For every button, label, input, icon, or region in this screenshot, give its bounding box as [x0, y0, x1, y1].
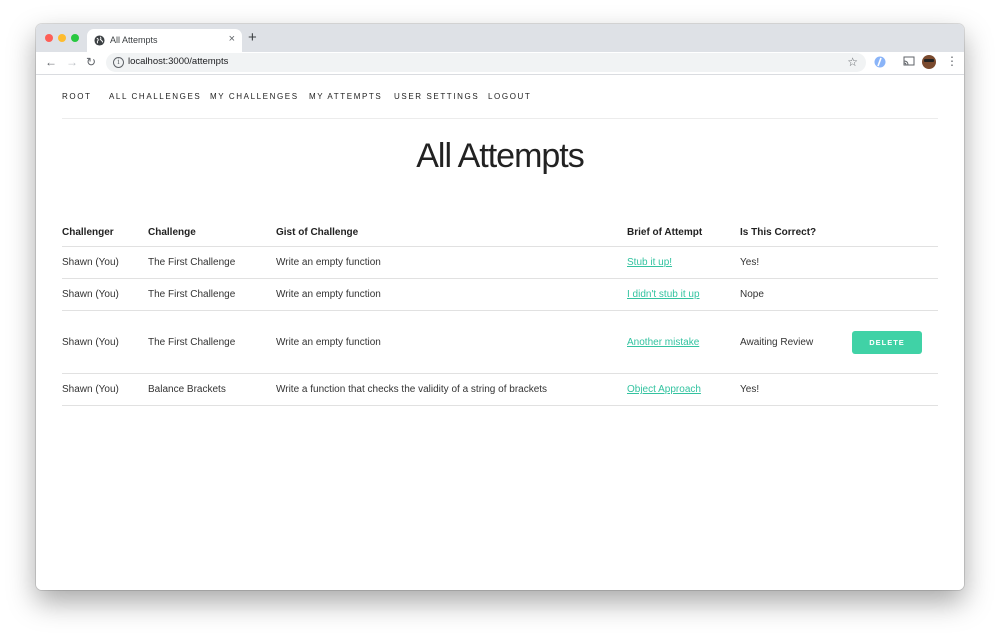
header-brief: Brief of Attempt: [627, 218, 740, 247]
table-row: Shawn (You) Balance Brackets Write a fun…: [62, 373, 938, 406]
info-icon[interactable]: i: [113, 57, 124, 68]
tab-close-icon[interactable]: ×: [229, 33, 235, 45]
page-content: ROOT ALL CHALLENGES MY CHALLENGES MY ATT…: [36, 75, 964, 590]
cell-challenge: Balance Brackets: [148, 373, 276, 406]
cell-brief: Object Approach: [627, 373, 740, 406]
nav-all-challenges[interactable]: ALL CHALLENGES: [109, 92, 201, 101]
tab-title: All Attempts: [110, 35, 158, 45]
cell-correct: Yes!: [740, 373, 862, 406]
cell-brief: I didn't stub it up: [627, 278, 740, 311]
nav-my-challenges[interactable]: MY CHALLENGES: [210, 92, 299, 101]
site-nav: ROOT ALL CHALLENGES MY CHALLENGES MY ATT…: [62, 75, 938, 119]
bookmark-star-icon[interactable]: ☆: [847, 55, 858, 69]
menu-kebab-icon[interactable]: ⋮: [946, 54, 958, 68]
forward-arrow-icon[interactable]: →: [66, 55, 78, 69]
nav-my-attempts[interactable]: MY ATTEMPTS: [309, 92, 382, 101]
cell-challenge: The First Challenge: [148, 246, 276, 279]
cell-correct: Awaiting Review: [740, 310, 862, 374]
header-correct: Is This Correct?: [740, 218, 862, 247]
header-actions: [862, 218, 938, 247]
cell-brief: Another mistake: [627, 310, 740, 374]
attempt-link[interactable]: Object Approach: [627, 384, 701, 395]
address-bar[interactable]: i localhost:3000/attempts ☆: [106, 53, 866, 72]
cell-challenge: The First Challenge: [148, 310, 276, 374]
reload-icon[interactable]: ↻: [86, 55, 96, 69]
cell-correct: Yes!: [740, 246, 862, 279]
nav-logout[interactable]: LOGOUT: [488, 92, 531, 101]
profile-avatar[interactable]: [922, 55, 936, 69]
nav-root[interactable]: ROOT: [62, 92, 92, 101]
cell-action: [862, 278, 938, 311]
minimize-window-button[interactable]: [58, 34, 66, 42]
browser-window: All Attempts × + ← → ↻ i localhost:3000/…: [36, 24, 964, 590]
close-window-button[interactable]: [45, 34, 53, 42]
browser-tab[interactable]: All Attempts ×: [87, 29, 242, 52]
globe-icon: [94, 35, 105, 46]
cell-gist: Write an empty function: [276, 246, 627, 279]
tab-bar: All Attempts × +: [36, 24, 964, 52]
cell-correct: Nope: [740, 278, 862, 311]
cell-gist: Write an empty function: [276, 278, 627, 311]
cell-gist: Write an empty function: [276, 310, 627, 374]
page-title: All Attempts: [416, 137, 585, 175]
cell-challenger: Shawn (You): [62, 310, 148, 374]
cell-challenger: Shawn (You): [62, 246, 148, 279]
maximize-window-button[interactable]: [71, 34, 79, 42]
header-gist: Gist of Challenge: [276, 218, 627, 247]
table-row: Shawn (You) The First Challenge Write an…: [62, 246, 938, 279]
table-row: Shawn (You) The First Challenge Write an…: [62, 310, 938, 374]
cell-challenger: Shawn (You): [62, 278, 148, 311]
cell-challenge: The First Challenge: [148, 278, 276, 311]
attempt-link[interactable]: I didn't stub it up: [627, 289, 700, 300]
cell-gist: Write a function that checks the validit…: [276, 373, 627, 406]
attempt-link[interactable]: Another mistake: [627, 337, 699, 348]
new-tab-button[interactable]: +: [248, 29, 257, 47]
table-row: Shawn (You) The First Challenge Write an…: [62, 278, 938, 311]
nav-user-settings[interactable]: USER SETTINGS: [394, 92, 479, 101]
cell-challenger: Shawn (You): [62, 373, 148, 406]
cell-action: [862, 373, 938, 406]
table-header-row: Challenger Challenge Gist of Challenge B…: [62, 218, 938, 247]
attempt-link[interactable]: Stub it up!: [627, 257, 672, 268]
url-text[interactable]: localhost:3000/attempts: [128, 56, 228, 67]
cell-action: [862, 246, 938, 279]
cell-action: DELETE: [852, 310, 938, 374]
back-arrow-icon[interactable]: ←: [45, 55, 57, 69]
header-challenge: Challenge: [148, 218, 276, 247]
cell-brief: Stub it up!: [627, 246, 740, 279]
attempts-table: Challenger Challenge Gist of Challenge B…: [62, 218, 938, 406]
extension-icon[interactable]: [874, 56, 886, 68]
delete-button[interactable]: DELETE: [852, 330, 922, 354]
header-challenger: Challenger: [62, 218, 148, 247]
cast-icon[interactable]: [903, 56, 915, 67]
browser-toolbar: ← → ↻ i localhost:3000/attempts ☆ ⋮: [36, 52, 964, 75]
